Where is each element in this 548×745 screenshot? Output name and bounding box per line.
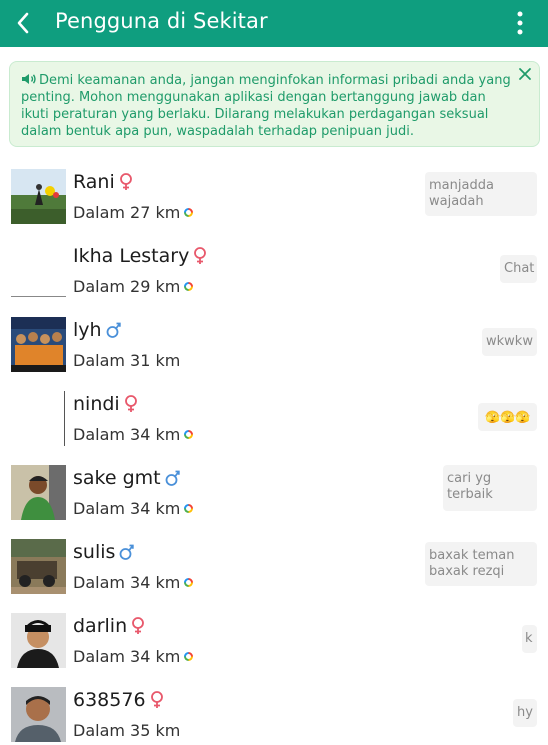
avatar[interactable]	[11, 169, 66, 224]
close-notice-button[interactable]	[517, 66, 533, 82]
female-icon	[124, 395, 138, 413]
user-row[interactable]: darlin Dalam 34 km k	[0, 599, 548, 673]
female-icon	[193, 247, 207, 265]
female-icon	[150, 691, 164, 709]
user-distance: Dalam 29 km	[73, 277, 181, 296]
user-row[interactable]: 638576 Dalam 35 km hy	[0, 673, 548, 745]
online-status-icon	[184, 430, 194, 439]
back-button[interactable]	[6, 6, 40, 40]
speaker-icon	[22, 74, 36, 84]
online-status-icon	[184, 578, 194, 587]
user-distance: Dalam 34 km	[73, 647, 181, 666]
online-status-icon	[184, 282, 194, 291]
page-title: Pengguna di Sekitar	[55, 9, 268, 33]
user-name: lyh	[73, 319, 102, 341]
latest-message: 🫣🫣🫣	[478, 403, 537, 431]
safety-notice-text: Demi keamanan anda, jangan menginfokan i…	[21, 72, 511, 140]
user-row[interactable]: lyh Dalam 31 km wkwkw	[0, 303, 548, 377]
online-status-icon	[184, 652, 194, 661]
online-status-icon	[184, 504, 194, 513]
user-distance: Dalam 34 km	[73, 573, 181, 592]
latest-message: cari yg terbaik	[443, 465, 537, 511]
user-distance: Dalam 34 km	[73, 425, 181, 444]
male-icon	[106, 321, 121, 339]
close-icon	[519, 68, 531, 80]
female-icon	[131, 617, 145, 635]
latest-message: baxak teman baxak rezqi	[425, 542, 537, 586]
male-icon	[165, 469, 180, 487]
user-distance: Dalam 35 km	[73, 721, 181, 740]
avatar[interactable]	[11, 613, 66, 668]
user-distance: Dalam 27 km	[73, 203, 181, 222]
user-row[interactable]: Ikha Lestary Dalam 29 km Chat	[0, 229, 548, 303]
avatar[interactable]	[11, 317, 66, 372]
user-name: nindi	[73, 393, 120, 415]
latest-message: hy	[513, 699, 537, 727]
user-name: Rani	[73, 171, 115, 193]
user-name: sake gmt	[73, 467, 161, 489]
avatar[interactable]	[11, 465, 66, 520]
safety-notice: Demi keamanan anda, jangan menginfokan i…	[9, 61, 540, 147]
avatar[interactable]	[11, 539, 66, 594]
user-name: 638576	[73, 689, 146, 711]
male-icon	[119, 543, 135, 561]
user-name: Ikha Lestary	[73, 245, 190, 267]
avatar[interactable]	[11, 243, 66, 298]
female-icon	[119, 173, 133, 191]
latest-message: Chat	[500, 255, 537, 283]
avatar[interactable]	[11, 687, 66, 742]
user-name: darlin	[73, 615, 128, 637]
notice-message: Demi keamanan anda, jangan menginfokan i…	[21, 73, 511, 139]
latest-message: manjadda wajadah	[425, 172, 537, 216]
user-distance: Dalam 34 km	[73, 499, 181, 518]
online-status-icon	[184, 208, 194, 217]
more-options-button[interactable]	[512, 8, 528, 38]
chevron-left-icon	[17, 12, 29, 34]
latest-message: wkwkw	[482, 328, 537, 356]
user-distance: Dalam 31 km	[73, 351, 181, 370]
user-row[interactable]: nindi Dalam 34 km 🫣🫣🫣	[0, 377, 548, 451]
user-row[interactable]: Rani Dalam 27 km manjadda wajadah	[0, 155, 548, 229]
app-header: Pengguna di Sekitar	[0, 0, 548, 47]
latest-message: k	[522, 625, 537, 653]
user-row[interactable]: sake gmt Dalam 34 km cari yg terbaik	[0, 451, 548, 525]
more-vertical-icon	[517, 11, 523, 35]
user-row[interactable]: sulis Dalam 34 km baxak teman baxak rezq…	[0, 525, 548, 599]
user-name: sulis	[73, 541, 116, 563]
avatar[interactable]	[11, 391, 66, 446]
